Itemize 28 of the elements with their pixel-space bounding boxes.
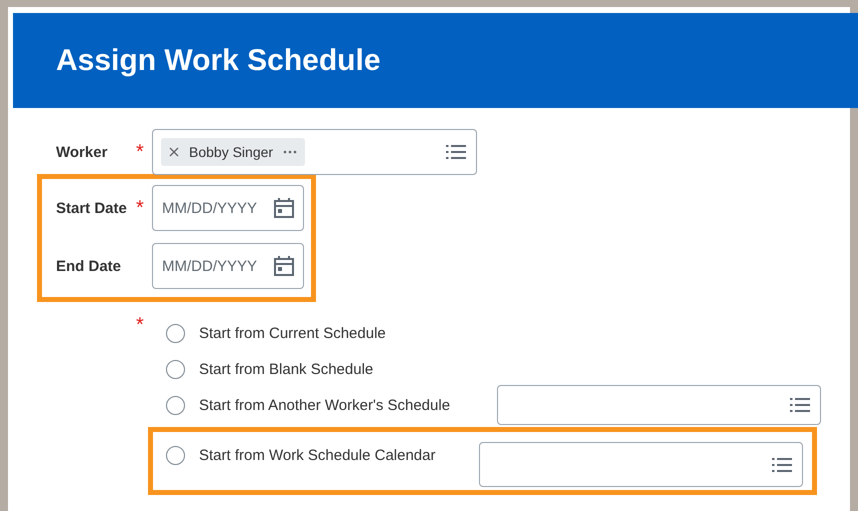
prompt-field[interactable] <box>479 442 803 487</box>
option-label: Start from Another Worker's Schedule <box>199 396 452 414</box>
radio-button[interactable] <box>166 324 185 342</box>
required-mark: * <box>136 315 144 335</box>
date-field[interactable]: MM/DD/YYYY <box>152 243 304 289</box>
field-label: Worker <box>56 144 108 160</box>
page-title: Assign Work Schedule <box>56 44 381 78</box>
calendar-icon[interactable] <box>274 197 294 219</box>
required-mark: * <box>136 142 144 162</box>
remove-icon[interactable] <box>169 147 179 157</box>
radio-button[interactable] <box>166 396 185 414</box>
worker-chip[interactable]: Bobby Singer <box>161 138 306 166</box>
calendar-icon[interactable] <box>274 255 294 277</box>
required-mark: * <box>136 198 144 218</box>
more-icon[interactable] <box>283 150 298 154</box>
radio-button[interactable] <box>166 446 185 465</box>
radio-button[interactable] <box>166 360 185 378</box>
prompt-field[interactable] <box>497 385 821 425</box>
list-icon[interactable] <box>790 397 810 413</box>
date-field[interactable]: MM/DD/YYYY <box>152 185 304 231</box>
option-label: Start from Blank Schedule <box>199 360 374 378</box>
option-label: Start from Work Schedule Calendar <box>199 447 436 464</box>
field-label: End Date <box>56 258 122 274</box>
worker-field[interactable]: Bobby Singer <box>152 129 477 175</box>
list-icon[interactable] <box>446 144 466 160</box>
list-icon[interactable] <box>772 456 792 472</box>
field-label: Start Date <box>56 200 128 216</box>
option-label: Start from Current Schedule <box>199 324 387 342</box>
